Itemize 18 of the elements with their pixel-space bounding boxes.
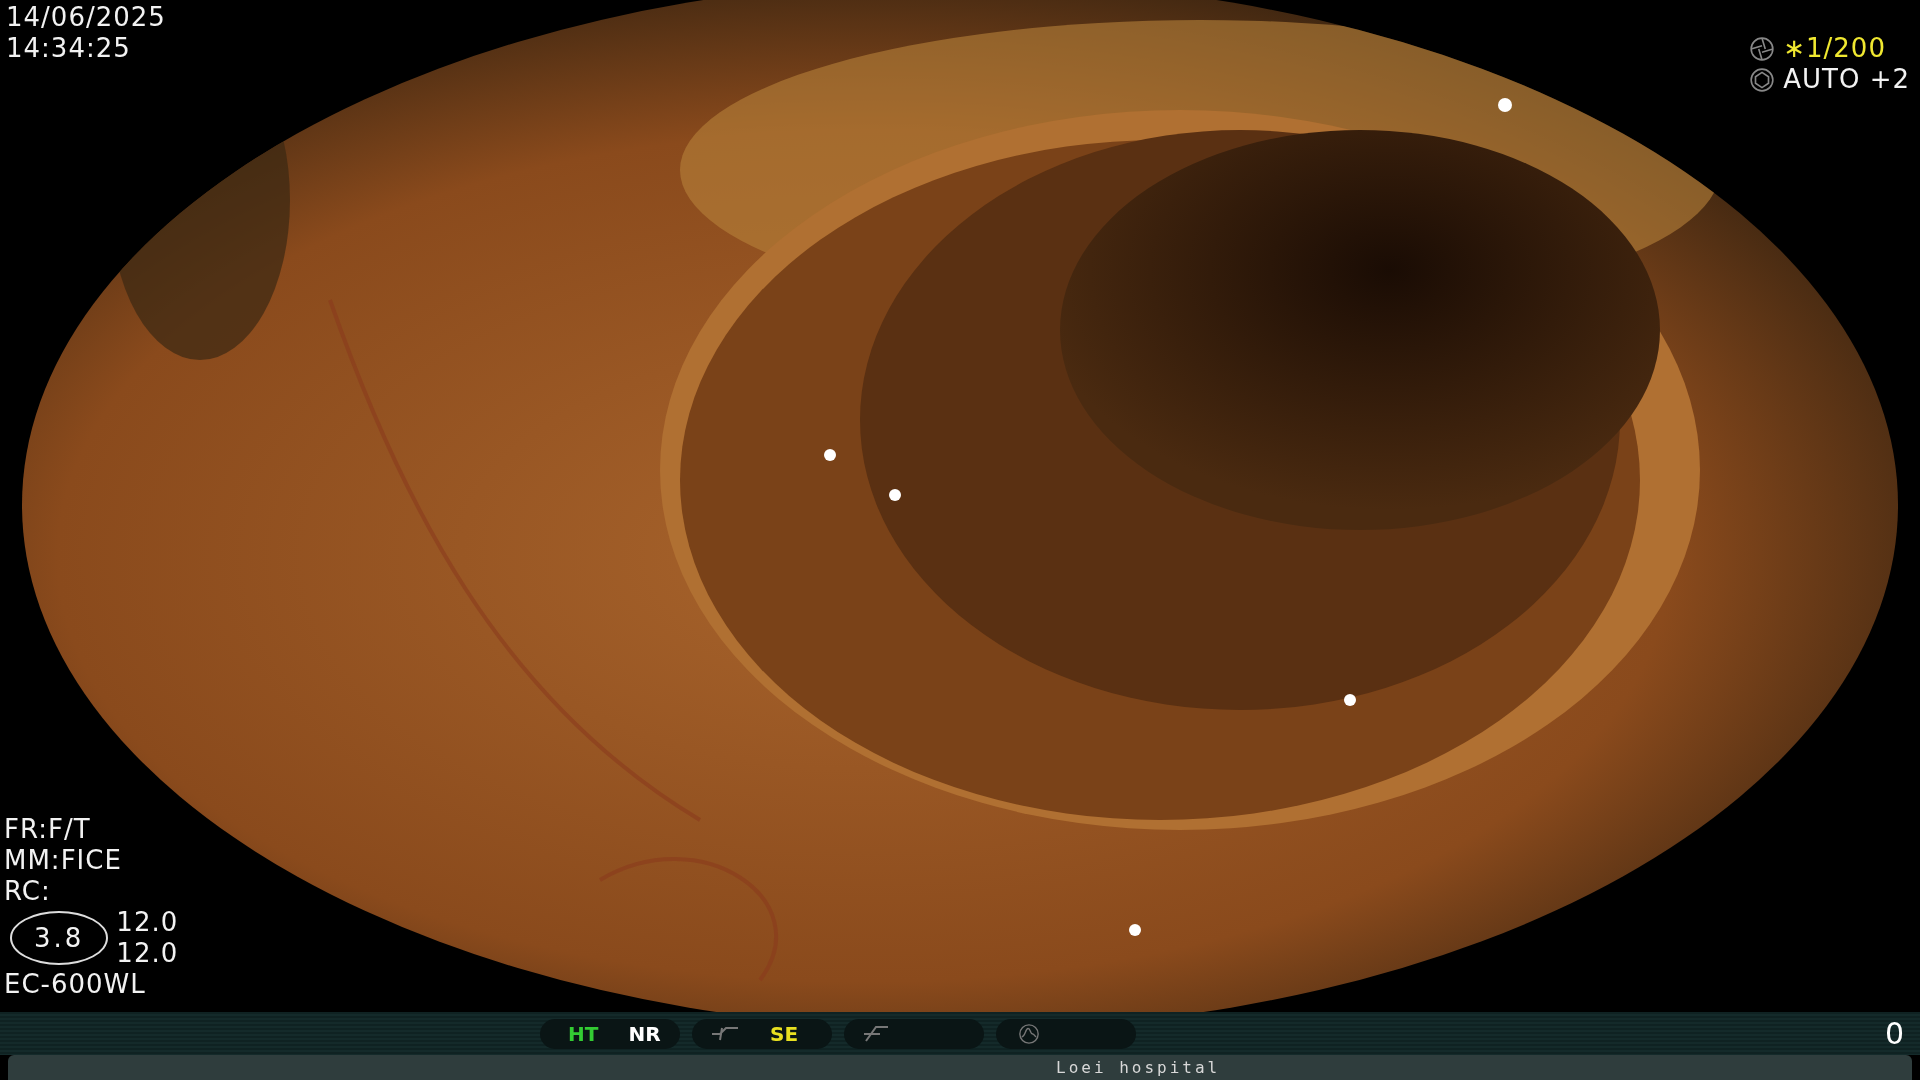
scope-model-text: EC-600WL (4, 969, 146, 1000)
iris-text: AUTO +2 (1783, 64, 1910, 95)
mode-label: SE (770, 1021, 799, 1046)
setting-text: RC: (4, 876, 51, 907)
date-text: 14/06/2025 (6, 2, 166, 33)
zoom-badge: 3.8 (10, 911, 109, 965)
value-text: 12.0 (116, 938, 179, 969)
mode-label: HT (568, 1021, 599, 1046)
counter-text: 0 (1884, 1016, 1904, 1051)
value-text: 12.0 (116, 907, 179, 938)
hospital-name: Loei hospital (1056, 1058, 1221, 1077)
mode-label: NR (628, 1021, 661, 1046)
time-text: 14:34:25 (6, 33, 131, 64)
iris-icon (1749, 66, 1776, 93)
setting-text: FR:F/T (4, 814, 91, 845)
shutter-text: ∗1/200 (1783, 33, 1886, 64)
aperture-icon (1749, 35, 1776, 62)
setting-text: MM:FICE (4, 845, 122, 876)
